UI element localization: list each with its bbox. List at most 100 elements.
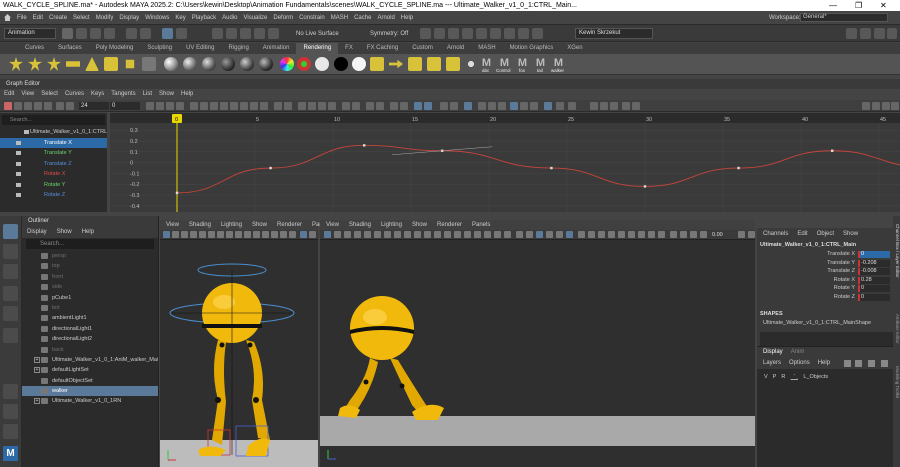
vp1-menu-lighting[interactable]: Lighting <box>221 220 242 230</box>
menu-select[interactable]: Select <box>73 15 90 21</box>
vp2-menu-show[interactable]: Show <box>412 220 427 230</box>
ge-menu-help[interactable]: Help <box>181 89 193 99</box>
menu-arnold[interactable]: Arnold <box>377 15 394 21</box>
swap-buffer-icon[interactable] <box>284 102 292 110</box>
ipr-render-icon[interactable] <box>462 28 473 39</box>
vp1-ao-icon[interactable] <box>289 231 296 238</box>
user-account-dropdown[interactable]: Kewin Skrzekut <box>575 28 653 39</box>
render-settings-sphere-icon[interactable] <box>464 57 478 71</box>
vp2-shadows-icon[interactable] <box>494 231 501 238</box>
vp2-lights-icon[interactable] <box>484 231 491 238</box>
viewport-side-scene[interactable] <box>320 240 755 467</box>
outliner-row[interactable]: directionalLight2 <box>22 334 158 344</box>
vp2-gate-mask-icon[interactable] <box>394 231 401 238</box>
volume-light-icon[interactable] <box>104 57 118 71</box>
minimize-button[interactable]: — <box>829 0 837 11</box>
menu-help[interactable]: Help <box>401 15 413 21</box>
vp1-menu-renderer[interactable]: Renderer <box>277 220 302 230</box>
panel-close-icon[interactable] <box>891 102 899 110</box>
cb-channel-row[interactable]: Rotate Y0 <box>757 284 900 293</box>
vp2-xray-joints-icon[interactable] <box>556 231 563 238</box>
vp1-camera-icon[interactable] <box>163 231 170 238</box>
outliner-row[interactable]: back <box>22 345 158 355</box>
vp1-menu-show[interactable]: Show <box>252 220 267 230</box>
camera-icon[interactable] <box>125 59 135 69</box>
move-key-icon[interactable] <box>4 102 12 110</box>
black-sphere-icon[interactable] <box>334 57 348 71</box>
panel-max-icon[interactable] <box>882 102 890 110</box>
vp2-color-mgmt-icon[interactable] <box>598 231 605 238</box>
vp2-motion-blur-icon[interactable] <box>516 231 523 238</box>
shelf-tab-poly-modeling[interactable]: Poly Modeling <box>89 43 141 54</box>
extract-icon[interactable] <box>568 102 576 110</box>
center-current-icon[interactable] <box>176 102 184 110</box>
insert-key-icon[interactable] <box>14 102 22 110</box>
cb-channel-row[interactable]: Translate Y -0.208 <box>757 259 900 268</box>
vp1-shadows-icon[interactable] <box>280 231 287 238</box>
le-tab-anim[interactable]: Anim <box>791 347 805 358</box>
outliner-row[interactable]: top <box>22 261 158 271</box>
ge-channel-row[interactable]: Ultimate_Walker_v1_0_1:CTRL <box>0 127 107 138</box>
clamped-tangent-icon[interactable] <box>210 102 218 110</box>
vp1-smooth-shade-icon[interactable] <box>253 231 260 238</box>
shelf-tab-rendering[interactable]: Rendering <box>296 43 339 54</box>
material-sphere-lambert-icon[interactable] <box>164 57 178 71</box>
le-move-down-icon[interactable] <box>881 360 888 367</box>
undo-icon[interactable] <box>90 28 101 39</box>
dope-sheet-icon[interactable] <box>390 102 398 110</box>
weight-toggle-icon[interactable] <box>632 102 640 110</box>
tangent-toggle-icon[interactable] <box>610 102 618 110</box>
symmetry-field[interactable]: Symmetry: Off <box>370 31 408 37</box>
side-tab-modeling-toolkit[interactable]: Modeling Toolkit <box>893 366 900 398</box>
attribute-editor-toggle-icon[interactable] <box>874 28 885 39</box>
four-view-layout-icon[interactable] <box>3 404 18 419</box>
expand-icon[interactable]: + <box>34 398 40 405</box>
le-menu-options[interactable]: Options <box>789 358 810 369</box>
cb-shape-node[interactable]: Ultimate_Walker_v1_0_1:CTRL_MainShape <box>757 319 900 328</box>
value-field[interactable]: 0 <box>110 102 140 110</box>
outliner-row[interactable]: + defaultLightSet <box>22 365 158 375</box>
vp2-smooth-shade-icon[interactable] <box>444 231 451 238</box>
folder-icon[interactable] <box>62 28 73 39</box>
snap-grid-icon[interactable] <box>212 28 223 39</box>
maya-logo-icon[interactable]: M <box>3 446 18 461</box>
move-tool-icon[interactable] <box>3 286 18 301</box>
le-menu-help[interactable]: Help <box>818 358 830 369</box>
directional-light-icon[interactable] <box>85 57 99 71</box>
select-by-type-icon[interactable] <box>176 28 187 39</box>
ge-menu-tangents[interactable]: Tangents <box>111 89 135 99</box>
le-layer-color-icon[interactable] <box>790 374 799 380</box>
graph-editor-graph[interactable]: 51015202530354045500.30.20.10-0.1-0.2-0.… <box>110 113 900 212</box>
le-new-layer-icon[interactable] <box>844 360 851 367</box>
vp2-field-chart-icon[interactable] <box>404 231 411 238</box>
time-snap-icon[interactable] <box>464 102 472 110</box>
scale-tool-icon[interactable] <box>3 328 18 343</box>
panel-layout-icon[interactable] <box>862 102 870 110</box>
ge-menu-keys[interactable]: Keys <box>91 89 104 99</box>
light-icon[interactable] <box>9 57 23 71</box>
outliner-menu-help[interactable]: Help <box>82 227 94 238</box>
cb-channel-row[interactable]: Rotate X 0.28 <box>757 276 900 285</box>
cb-channel-row[interactable]: Translate Z -0.008 <box>757 267 900 276</box>
batch-render-icon[interactable] <box>389 59 403 69</box>
free-weight-icon[interactable] <box>318 102 326 110</box>
value-snap-icon[interactable] <box>66 102 74 110</box>
ge-menu-view[interactable]: View <box>21 89 34 99</box>
vp2-menu-lighting[interactable]: Lighting <box>381 220 402 230</box>
select-tool-icon[interactable] <box>3 224 18 239</box>
ge-menu-list[interactable]: List <box>143 89 152 99</box>
camera-aim-icon[interactable] <box>142 57 156 71</box>
shelf-tab-curves[interactable]: Curves <box>18 43 51 54</box>
grid-snap-icon[interactable] <box>56 102 64 110</box>
resample-icon[interactable] <box>478 102 486 110</box>
vp2-menu-renderer[interactable]: Renderer <box>437 220 462 230</box>
vp2-menu-panels[interactable]: Panels <box>472 220 490 230</box>
vp2-aa-icon[interactable] <box>526 231 533 238</box>
vp2-snapshot-icon[interactable] <box>628 231 635 238</box>
shelf-tab-uv-editing[interactable]: UV Editing <box>179 43 221 54</box>
white-ball-icon[interactable] <box>352 57 366 71</box>
shelf-tab-xgen[interactable]: XGen <box>560 43 589 54</box>
plateau-tangent-icon[interactable] <box>260 102 268 110</box>
select-by-component-icon[interactable] <box>162 28 173 39</box>
menu-visualize[interactable]: Visualize <box>243 15 267 21</box>
